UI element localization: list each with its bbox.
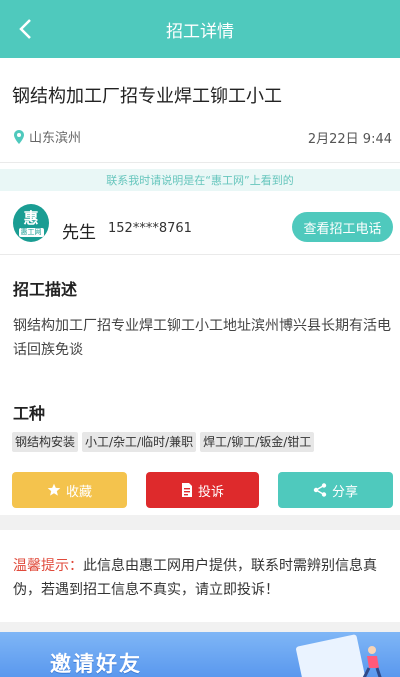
trade-tag: 焊工/铆工/钣金/钳工	[200, 432, 315, 452]
job-detail-card: 钢结构加工厂招专业焊工铆工小工 山东滨州 2月22日 9:44 联系我时请说明是…	[0, 58, 400, 515]
trade-tag: 小工/杂工/临时/兼职	[82, 432, 197, 452]
description-heading: 招工描述	[13, 280, 78, 299]
job-title: 钢结构加工厂招专业焊工铆工小工	[12, 86, 282, 107]
location-pin-icon	[14, 129, 24, 144]
star-icon	[47, 483, 61, 496]
share-icon	[313, 483, 327, 497]
report-button[interactable]: 投诉	[146, 472, 259, 508]
banner-text: 邀请好友	[50, 652, 142, 676]
post-date: 2月22日 9:44	[307, 132, 392, 147]
share-button[interactable]: 分享	[278, 472, 393, 508]
description-text: 钢结构加工厂招专业焊工铆工小工地址滨州博兴县长期有活电话回族免谈	[13, 318, 391, 358]
back-button[interactable]	[10, 14, 40, 44]
contact-notice: 联系我时请说明是在“惠工网”上看到的	[0, 169, 400, 191]
trade-tags: 钢结构安装 小工/杂工/临时/兼职 焊工/铆工/钣金/钳工	[12, 432, 315, 452]
running-person-icon	[362, 646, 382, 677]
invite-friends-banner[interactable]: 邀请好友	[0, 632, 400, 677]
tip-label: 温馨提示：	[13, 558, 83, 574]
divider	[0, 254, 400, 255]
contact-phone: 152****8761	[108, 221, 192, 236]
report-document-icon	[181, 483, 192, 497]
favorite-button[interactable]: 收藏	[12, 472, 127, 508]
divider	[0, 162, 400, 163]
tip-text: 温馨提示：此信息由惠工网用户提供，联系时需辨别信息真伪，若遇到招工信息不真实，请…	[13, 554, 389, 602]
favorite-label: 收藏	[65, 484, 92, 500]
avatar-sub: 惠工网	[18, 227, 44, 237]
chevron-left-icon	[19, 19, 31, 39]
avatar: 惠 惠工网	[13, 204, 49, 242]
share-label: 分享	[331, 484, 358, 500]
trade-heading: 工种	[13, 404, 46, 423]
report-label: 投诉	[197, 484, 224, 500]
page-title: 招工详情	[166, 21, 234, 42]
avatar-char: 惠	[23, 208, 39, 227]
safety-tip: 温馨提示：此信息由惠工网用户提供，联系时需辨别信息真伪，若遇到招工信息不真实，请…	[0, 530, 400, 622]
location-text: 山东滨州	[29, 131, 82, 146]
trade-tag: 钢结构安装	[12, 432, 79, 452]
contact-name: 先生	[62, 223, 96, 243]
job-location: 山东滨州	[14, 127, 81, 146]
view-phone-button[interactable]: 查看招工电话	[292, 212, 393, 242]
top-bar: 招工详情	[0, 0, 400, 58]
